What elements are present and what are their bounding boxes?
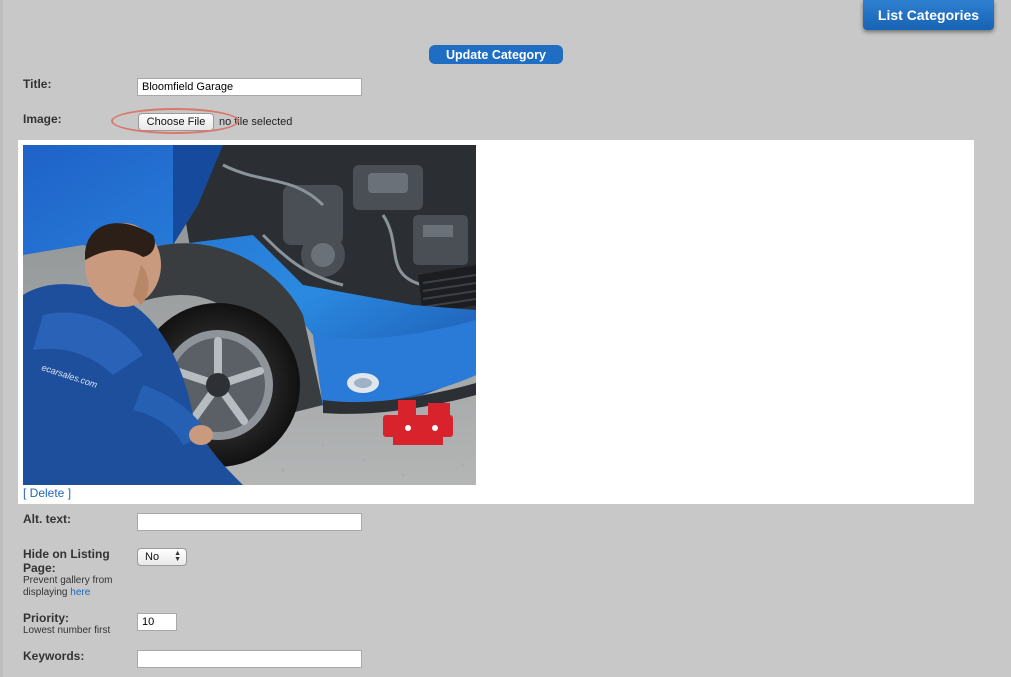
priority-label: Priority: — [23, 611, 70, 625]
category-photo: ecarsales.com — [23, 145, 476, 485]
update-category-button[interactable]: Update Category — [429, 45, 563, 64]
hide-listing-note: Prevent gallery from displaying here — [23, 575, 123, 599]
alt-text-label: Alt. text: — [23, 512, 71, 526]
priority-input[interactable] — [137, 613, 177, 631]
hide-listing-value: No — [145, 551, 160, 563]
keywords-label: Keywords: — [23, 649, 85, 663]
title-label: Title: — [23, 77, 52, 91]
select-arrows-icon: ▲ ▼ — [174, 550, 181, 563]
list-categories-button[interactable]: List Categories — [863, 0, 994, 30]
keywords-input[interactable] — [137, 650, 362, 668]
hide-note-text: Prevent gallery from displaying — [23, 575, 113, 598]
hide-listing-select[interactable]: No ▲ ▼ — [137, 548, 187, 566]
file-status-text: no file selected — [219, 116, 293, 128]
delete-image-link[interactable]: [ Delete ] — [23, 486, 71, 500]
choose-file-button[interactable]: Choose File — [138, 113, 214, 131]
alt-text-input[interactable] — [137, 513, 362, 531]
priority-note: Lowest number first — [23, 625, 111, 636]
image-label: Image: — [23, 112, 62, 126]
hide-note-here-link[interactable]: here — [70, 587, 90, 598]
hide-listing-label: Hide on Listing Page: — [23, 547, 110, 575]
left-border — [0, 0, 3, 677]
title-input[interactable] — [137, 78, 362, 96]
